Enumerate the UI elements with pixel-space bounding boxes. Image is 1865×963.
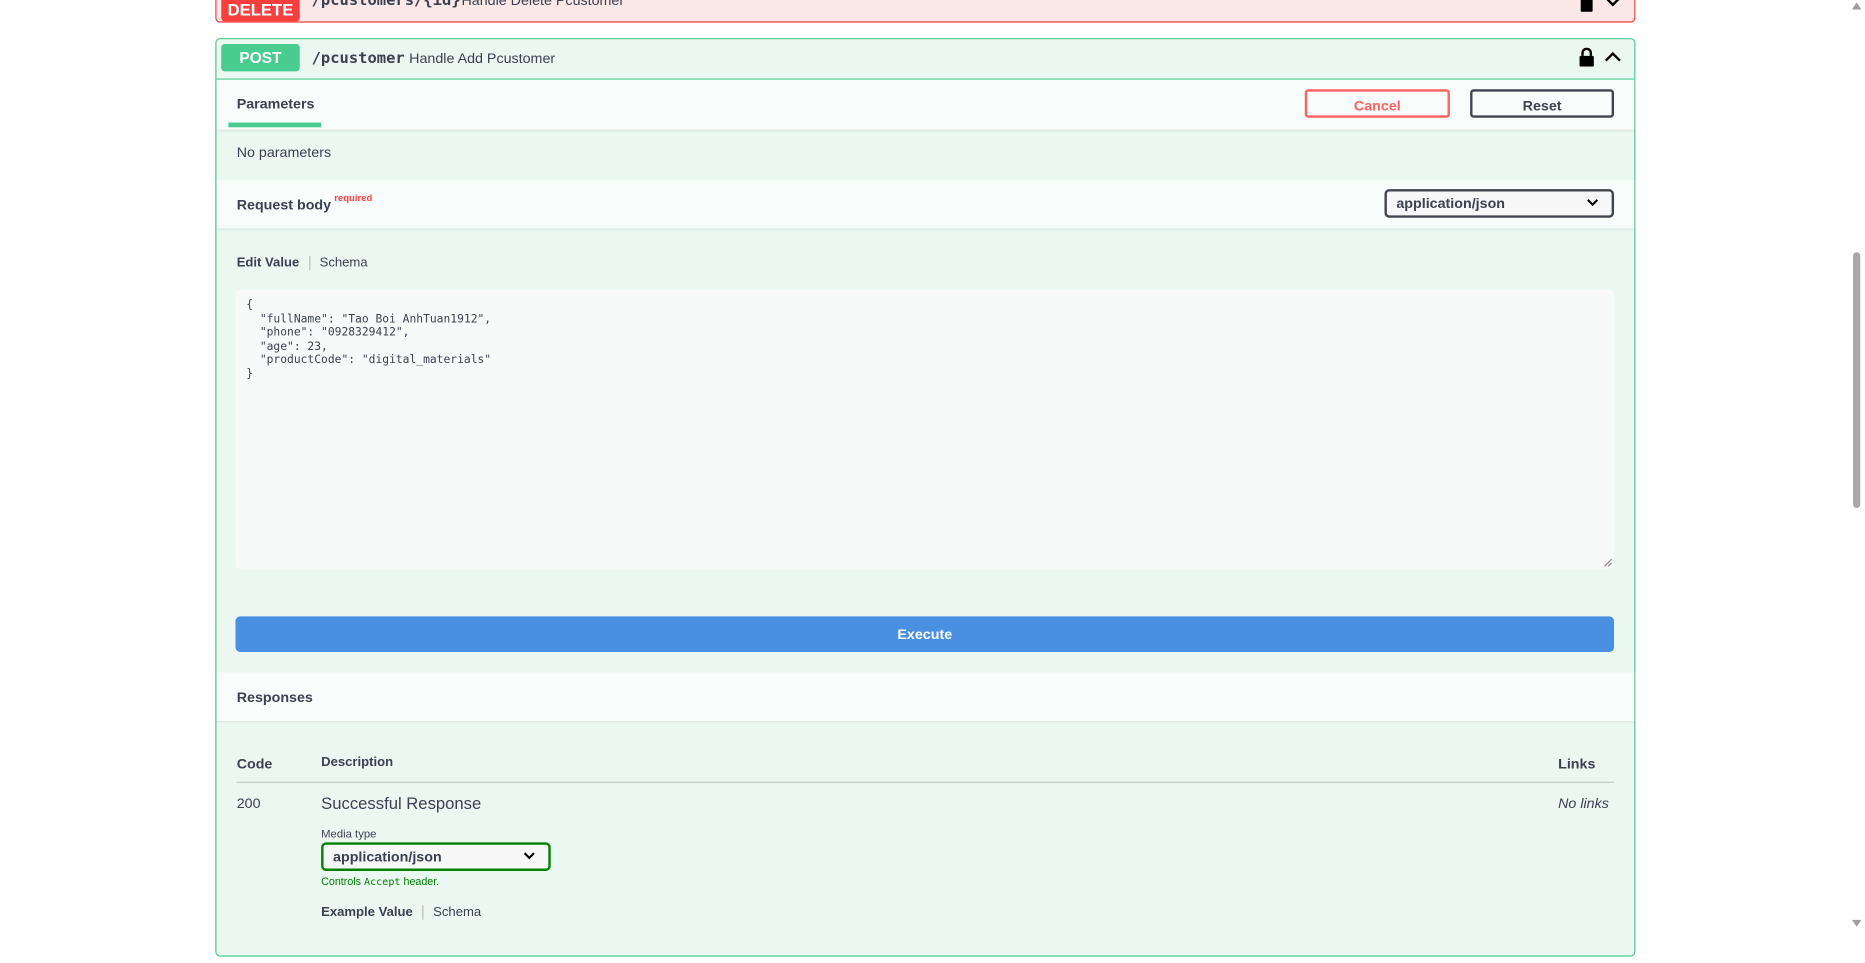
operation-path: /pcustomer [311, 49, 405, 68]
responses-title: Responses [236, 688, 313, 706]
scrollbar-track[interactable] [1848, 0, 1865, 935]
body-tabs: Edit Value Schema [237, 255, 368, 271]
content-type-value: application/json [1396, 195, 1506, 212]
response-code: 200 [236, 794, 261, 812]
tab-edit-value[interactable]: Edit Value [237, 256, 300, 270]
chevron-down-icon[interactable] [1605, 0, 1622, 8]
method-badge-post: POST [221, 44, 300, 72]
required-badge: required [334, 192, 373, 204]
no-parameters-text: No parameters [236, 143, 332, 161]
scroll-down-icon[interactable] [1851, 919, 1862, 927]
column-header-links: Links [1558, 755, 1596, 773]
content-type-select[interactable]: application/json [1384, 189, 1615, 218]
operation-summary: Handle Delete Pcustomer [461, 0, 625, 9]
media-type-label: Media type [321, 828, 377, 842]
scrollbar-thumb[interactable] [1853, 252, 1861, 509]
response-description: Successful Response [321, 793, 482, 813]
scroll-up-icon[interactable] [1851, 2, 1862, 10]
column-header-code: Code [236, 755, 273, 773]
operation-path: /pcustomers/{id} [311, 0, 461, 10]
lock-icon[interactable] [1578, 47, 1595, 67]
reset-button[interactable]: Reset [1470, 89, 1615, 118]
lock-icon[interactable] [1580, 0, 1594, 12]
chevron-down-icon [1587, 199, 1599, 207]
tab-schema[interactable]: Schema [320, 256, 368, 270]
response-example-tabs: Example Value Schema [321, 905, 481, 920]
column-header-description: Description [321, 755, 394, 770]
operation-delete-pcustomer[interactable]: DELETE /pcustomers/{id} Handle Delete Pc… [215, 0, 1636, 23]
responses-bar: Responses [216, 672, 1635, 722]
parameters-bar: Parameters Cancel Reset [216, 79, 1635, 130]
request-body-editor[interactable]: { "fullName": "Tao Boi AnhTuan1912", "ph… [235, 289, 1615, 569]
resize-handle-icon[interactable] [1603, 558, 1613, 568]
table-row: 200 Successful Response No links Media t… [216, 784, 1634, 962]
controls-code: Accept [363, 876, 401, 889]
tab-divider [422, 905, 424, 920]
request-body-bar: Request body required application/json [216, 179, 1635, 229]
tab-active-indicator [228, 122, 322, 128]
tab-divider [308, 255, 311, 271]
chevron-down-icon [523, 852, 535, 860]
controls-suffix: header. [400, 875, 440, 888]
method-badge-delete: DELETE [221, 0, 300, 22]
operation-summary: Handle Add Pcustomer [409, 49, 556, 67]
table-header-divider [236, 781, 1615, 783]
cancel-button[interactable]: Cancel [1304, 89, 1450, 118]
media-type-value: application/json [333, 848, 442, 865]
tab-example-value[interactable]: Example Value [321, 905, 413, 919]
chevron-up-icon[interactable] [1603, 50, 1622, 63]
media-type-select[interactable]: application/json [321, 842, 551, 871]
operation-header[interactable]: POST /pcustomer Handle Add Pcustomer [216, 39, 1635, 80]
controls-prefix: Controls [321, 875, 364, 888]
controls-accept-note: Controls Accept header. [321, 876, 439, 889]
operation-add-pcustomer: POST /pcustomer Handle Add Pcustomer Par… [215, 38, 1636, 957]
tab-parameters[interactable]: Parameters [237, 95, 315, 112]
request-body-title: Request body [236, 196, 332, 213]
response-links: No links [1558, 794, 1609, 812]
execute-button[interactable]: Execute [235, 616, 1615, 653]
tab-schema[interactable]: Schema [433, 905, 481, 919]
